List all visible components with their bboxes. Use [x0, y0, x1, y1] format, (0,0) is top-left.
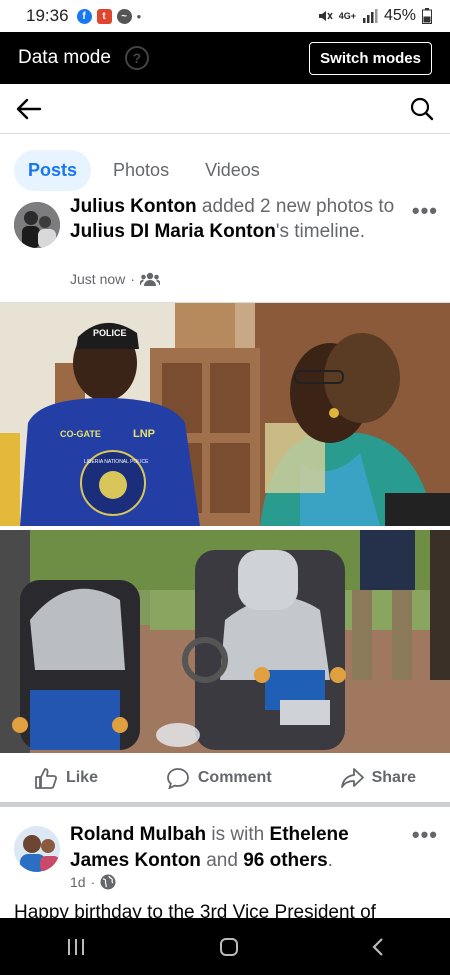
post-more-options-icon[interactable]: •••	[412, 822, 438, 848]
help-icon[interactable]: ?	[124, 46, 149, 70]
network-type-label: 4G+	[338, 11, 356, 21]
recent-apps-icon[interactable]	[66, 938, 86, 956]
post-headline: Julius Konton added 2 new photos to Juli…	[70, 196, 395, 242]
system-navigation-bar	[0, 918, 450, 975]
author-avatar[interactable]	[14, 826, 60, 872]
comment-icon	[166, 767, 189, 789]
post-photo-1[interactable]: POLICE CO-GATE LNP LIBERIA NATIONAL POLI…	[0, 303, 450, 526]
top-nav-bar	[0, 84, 450, 134]
share-button[interactable]: Share	[340, 767, 416, 789]
tab-posts[interactable]: Posts	[14, 149, 92, 191]
shirt-text-left: CO-GATE	[60, 429, 101, 439]
battery-percent: 45%	[383, 7, 416, 24]
clock: 19:36	[26, 6, 69, 25]
post-timestamp[interactable]: Just now	[70, 271, 125, 287]
post-author-link[interactable]: Roland Mulbah	[70, 824, 206, 845]
share-arrow-icon	[340, 767, 364, 788]
post-more-options-icon[interactable]: •••	[412, 198, 438, 224]
post-headline: Roland Mulbah is with Ethelene James Kon…	[70, 824, 349, 871]
status-bar: 19:36 f t ~ ● 4G+ 45%	[0, 0, 450, 32]
tab-videos[interactable]: Videos	[191, 150, 274, 191]
home-icon[interactable]	[219, 937, 239, 957]
cap-label: POLICE	[93, 328, 127, 338]
globe-public-icon	[100, 874, 116, 890]
back-icon[interactable]	[372, 937, 384, 957]
mute-icon	[318, 11, 333, 21]
signal-icon	[362, 9, 378, 23]
switch-modes-button[interactable]: Switch modes	[309, 41, 432, 75]
like-button[interactable]: Like	[34, 767, 98, 789]
battery-icon	[422, 8, 432, 24]
search-icon[interactable]	[410, 97, 434, 121]
timeline-owner-link[interactable]: Julius DI Maria Konton	[70, 221, 276, 242]
app-notification-icon: t	[96, 8, 112, 24]
facebook-notification-icon: f	[76, 8, 92, 24]
post-2: Roland Mulbah is with Ethelene James Kon…	[0, 808, 450, 918]
post-header: Julius Konton added 2 new photos to Juli…	[0, 196, 450, 294]
post-meta: 1d ·	[70, 874, 116, 890]
badge-text: LIBERIA NATIONAL POLICE	[84, 459, 149, 465]
thumbs-up-icon	[35, 767, 57, 789]
post-timestamp[interactable]: 1d	[70, 874, 86, 890]
data-mode-title: Data mode	[18, 47, 111, 68]
post-meta: Just now ·	[70, 271, 160, 287]
comment-button[interactable]: Comment	[166, 767, 272, 789]
back-arrow-icon[interactable]	[16, 98, 42, 120]
post-body-text: Happy birthday to the 3rd Vice President…	[14, 902, 376, 918]
post-author-link[interactable]: Julius Konton	[70, 196, 197, 217]
post-actions-bar: Like Comment Share	[0, 753, 450, 807]
others-link[interactable]: 96 others	[243, 850, 327, 871]
data-mode-bar: Data mode ? Switch modes	[0, 32, 450, 84]
friends-audience-icon	[139, 272, 160, 286]
tab-photos[interactable]: Photos	[99, 150, 183, 191]
messenger-notification-icon: ~	[116, 8, 132, 24]
post-photo-2[interactable]	[0, 530, 450, 753]
author-avatar[interactable]	[14, 202, 60, 248]
more-notifications-dot-icon: ●	[136, 11, 142, 21]
shirt-text-right: LNP	[133, 428, 155, 440]
